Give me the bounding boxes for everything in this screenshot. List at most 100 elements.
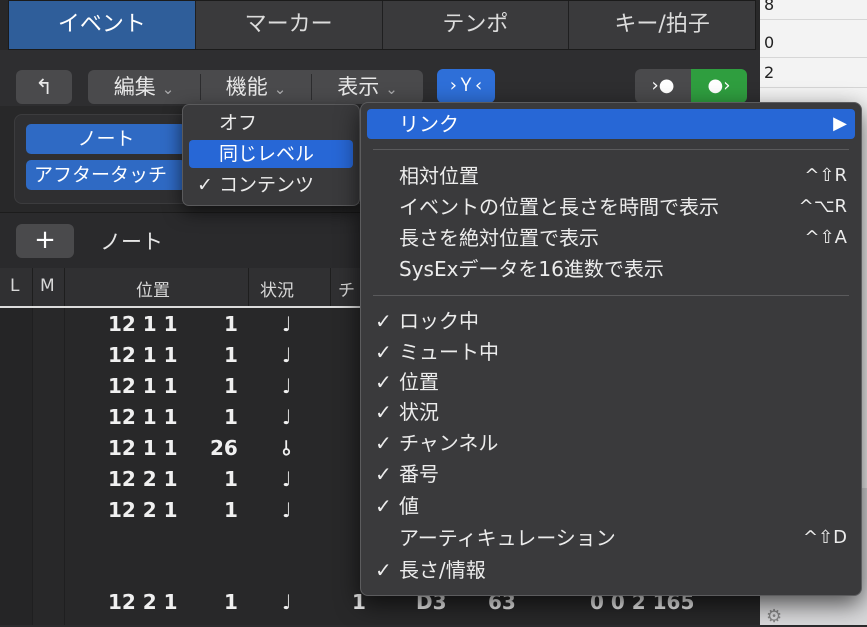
- checkmark-icon: ✓: [375, 558, 392, 582]
- checkmark-icon: ✓: [375, 309, 392, 333]
- row-status: ♩: [282, 343, 292, 367]
- filter-aftertouch-button[interactable]: アフタータッチ: [26, 160, 186, 190]
- edit-menu-button[interactable]: 編集 ⌄: [88, 70, 200, 104]
- midi-out-button[interactable]: ●›: [691, 69, 747, 103]
- row-position: 12 1 1: [108, 312, 178, 336]
- chevron-down-icon: ⌄: [161, 80, 175, 98]
- menu-item-label: 相対位置: [399, 164, 479, 188]
- menu-item-shortcut: ^⇧D: [802, 527, 847, 548]
- column-status[interactable]: 状況: [260, 276, 294, 301]
- bg-cell: 0: [760, 28, 867, 58]
- menu-item-position[interactable]: ✓ 位置: [367, 367, 855, 397]
- menu-item-sysex-hex[interactable]: SysExデータを16進数で表示: [367, 254, 855, 284]
- link-submenu: オフ 同じレベル ✓ コンテンツ: [182, 104, 360, 206]
- menu-item-articulation[interactable]: アーティキュレーション ^⇧D: [367, 523, 855, 553]
- tab-key-signature[interactable]: キー/拍子: [569, 1, 755, 49]
- view-menu: リンク ▶ 相対位置 ^⇧R イベントの位置と長さを時間で表示 ^⌥R 長さを絶…: [360, 102, 862, 596]
- bg-cell: 2: [760, 58, 867, 88]
- menu-item-label: アーティキュレーション: [399, 526, 616, 550]
- menu-item-label: 状況: [399, 400, 439, 424]
- column-position[interactable]: 位置: [136, 276, 170, 301]
- row-status: ♩: [282, 498, 292, 522]
- checkmark-icon: ✓: [375, 340, 392, 364]
- chevron-down-icon: ⌄: [273, 80, 287, 98]
- menu-item-shortcut: ^⌥R: [798, 196, 847, 217]
- row-status: ♩: [282, 374, 292, 398]
- menu-item-label: ロック中: [399, 309, 479, 333]
- menu-item-label: イベントの位置と長さを時間で表示: [399, 195, 719, 219]
- midi-out-icon: ●›: [707, 75, 731, 96]
- menu-item-relative-position[interactable]: 相対位置 ^⇧R: [367, 161, 855, 191]
- function-menu-label: 機能: [225, 75, 268, 99]
- bg-cell: 8: [760, 0, 867, 20]
- back-button[interactable]: ↰: [16, 70, 72, 104]
- list-title: ノート: [100, 230, 163, 254]
- menu-item-label: 長さ/情報: [399, 558, 486, 582]
- menu-item-muted[interactable]: ✓ ミュート中: [367, 337, 855, 367]
- tab-marker[interactable]: マーカー: [196, 1, 383, 49]
- menu-item-label: SysExデータを16進数で表示: [399, 257, 664, 281]
- tab-event[interactable]: イベント: [9, 1, 196, 49]
- column-divider: [248, 268, 249, 306]
- link-option-off[interactable]: オフ: [189, 109, 353, 137]
- checkmark-icon: ✓: [375, 400, 392, 424]
- menu-item-value[interactable]: ✓ 値: [367, 491, 855, 521]
- filter-note-button[interactable]: ノート: [26, 124, 186, 154]
- edit-menu-label: 編集: [113, 75, 156, 99]
- midi-buttons: ›● ●›: [635, 69, 747, 103]
- midi-in-button[interactable]: ›●: [635, 69, 691, 103]
- midi-in-icon: ›●: [651, 75, 675, 96]
- menu-item-label: リンク: [399, 112, 459, 136]
- row-status: ♩: [282, 467, 292, 491]
- row-tick: 26: [210, 436, 238, 460]
- column-lock[interactable]: L: [10, 276, 19, 296]
- tab-tempo[interactable]: テンポ: [383, 1, 570, 49]
- menu-item-time-display[interactable]: イベントの位置と長さを時間で表示 ^⌥R: [367, 192, 855, 222]
- add-event-button[interactable]: +: [16, 224, 74, 258]
- row-position: 12 1 1: [108, 436, 178, 460]
- chevron-down-icon: ⌄: [385, 80, 398, 98]
- menu-item-link[interactable]: リンク ▶: [367, 109, 855, 139]
- link-option-same-level[interactable]: 同じレベル: [189, 140, 353, 168]
- checkmark-icon: ✓: [375, 431, 392, 455]
- menu-item-label: 番号: [399, 462, 439, 486]
- filter-icon: ›Ｙ‹: [449, 75, 483, 96]
- column-mute[interactable]: M: [40, 276, 55, 296]
- view-menu-button[interactable]: 表示 ⌄: [312, 70, 423, 104]
- menu-item-status[interactable]: ✓ 状況: [367, 397, 855, 427]
- row-tick: 1: [224, 312, 238, 336]
- menu-item-shortcut: ^⇧A: [804, 227, 847, 248]
- row-status: ⫰: [282, 436, 291, 460]
- row-tick: 1: [224, 467, 238, 491]
- row-position: 12 1 1: [108, 405, 178, 429]
- column-channel[interactable]: チ: [338, 276, 355, 301]
- row-tick: 1: [224, 590, 238, 614]
- checkmark-icon: ✓: [375, 370, 392, 394]
- checkmark-icon: ✓: [375, 494, 392, 518]
- menu-item-channel[interactable]: ✓ チャンネル: [367, 428, 855, 458]
- tab-bar: イベント マーカー テンポ キー/拍子: [8, 0, 756, 50]
- row-position: 12 1 1: [108, 343, 178, 367]
- link-option-contents[interactable]: ✓ コンテンツ: [189, 171, 353, 199]
- column-divider: [32, 268, 33, 306]
- menu-item-label: 値: [399, 494, 419, 518]
- row-position: 12 2 1: [108, 467, 178, 491]
- filter-button[interactable]: ›Ｙ‹: [437, 69, 495, 103]
- menu-item-label: ミュート中: [399, 340, 499, 364]
- column-divider: [64, 268, 65, 306]
- row-position: 12 2 1: [108, 590, 178, 614]
- menu-item-absolute-length[interactable]: 長さを絶対位置で表示 ^⇧A: [367, 223, 855, 253]
- function-menu-button[interactable]: 機能 ⌄: [201, 70, 311, 104]
- row-status: ♩: [282, 312, 292, 336]
- menu-item-locked[interactable]: ✓ ロック中: [367, 306, 855, 336]
- menu-item-number[interactable]: ✓ 番号: [367, 459, 855, 489]
- menu-item-length-info[interactable]: ✓ 長さ/情報: [367, 555, 855, 585]
- link-option-label: オフ: [219, 112, 258, 134]
- view-menu-label: 表示: [337, 75, 380, 99]
- column-divider: [330, 268, 331, 306]
- row-position: 12 1 1: [108, 374, 178, 398]
- link-option-label: コンテンツ: [219, 174, 315, 196]
- row-status: ♩: [282, 590, 292, 614]
- row-tick: 1: [224, 405, 238, 429]
- menu-separator: [373, 149, 849, 150]
